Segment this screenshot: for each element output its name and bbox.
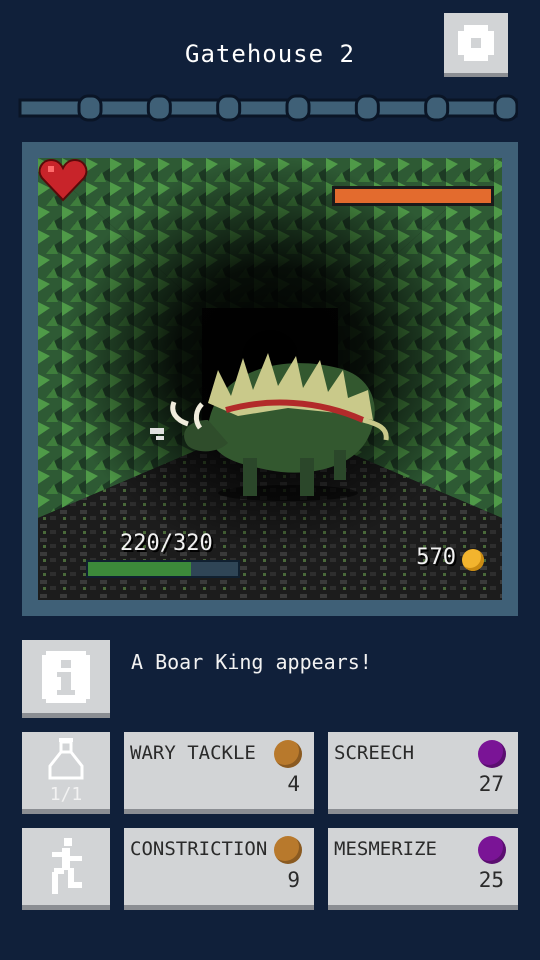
running-man-icon (52, 837, 82, 894)
skill-cost: 4 (287, 772, 300, 796)
skill-cost-orb-icon (478, 740, 506, 768)
potion-button[interactable]: 1/1 (22, 732, 110, 814)
player-health-bar (86, 560, 240, 578)
player-hp-text: 220/320 (120, 531, 213, 556)
player-health-fill (88, 562, 192, 576)
flee-button[interactable] (22, 828, 110, 910)
gold-amount: 570 (416, 545, 456, 570)
skill-name: SCREECH (334, 742, 415, 764)
skill-cost-orb-icon (274, 740, 302, 768)
progress-node (493, 94, 519, 122)
skill-cost: 9 (287, 868, 300, 892)
skill-name: MESMERIZE (334, 838, 437, 860)
gear-icon (454, 21, 498, 65)
heart-icon (38, 158, 88, 202)
potion-count: 1/1 (49, 784, 83, 805)
skill-cost: 27 (478, 772, 504, 796)
dungeon-scene: 220/320 570 (38, 158, 502, 600)
skill-cost: 25 (478, 868, 504, 892)
dungeon-viewport: 220/320 570 (22, 142, 518, 616)
progress-node (77, 94, 103, 122)
progress-node (354, 94, 380, 122)
info-button[interactable] (22, 640, 110, 718)
progress-node (285, 94, 311, 122)
progress-node (146, 94, 172, 122)
skill-cost-orb-icon (478, 836, 506, 864)
skill-button-mesmerize[interactable]: MESMERIZE 25 (328, 828, 518, 910)
enemy-health-fill (335, 189, 491, 203)
progress-node (216, 94, 242, 122)
corridor-scene (38, 158, 502, 600)
battle-log-message: A Boar King appears! (131, 650, 372, 674)
info-icon (42, 650, 90, 703)
dungeon-progress-track (18, 93, 519, 123)
settings-button[interactable] (444, 13, 508, 77)
skill-button-constriction[interactable]: CONSTRICTION 9 (124, 828, 314, 910)
skill-cost-orb-icon (274, 836, 302, 864)
skill-button-wary-tackle[interactable]: WARY TACKLE 4 (124, 732, 314, 814)
skill-button-screech[interactable]: SCREECH 27 (328, 732, 518, 814)
potion-icon (48, 738, 84, 780)
enemy-health-bar (332, 186, 494, 206)
gold-coin-icon (462, 549, 484, 571)
skill-name: WARY TACKLE (130, 742, 256, 764)
skill-name: CONSTRICTION (130, 838, 268, 860)
progress-node (424, 94, 450, 122)
